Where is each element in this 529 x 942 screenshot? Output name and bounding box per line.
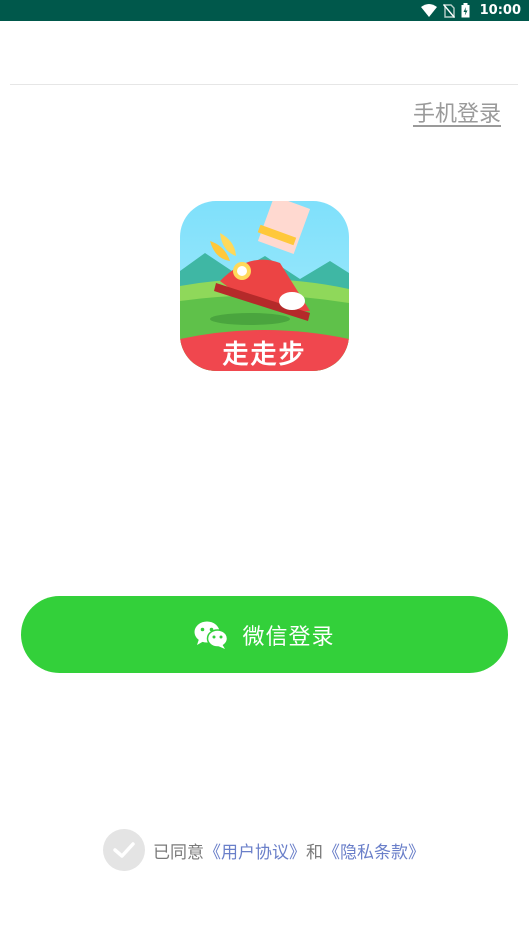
wechat-login-label: 微信登录 [242, 624, 335, 650]
check-icon [113, 842, 135, 858]
wifi-icon [420, 4, 437, 17]
no-sim-icon [442, 3, 455, 18]
header-divider [10, 84, 518, 85]
agreement-conjunction: 和 [306, 842, 323, 863]
status-time: 10:00 [479, 3, 521, 18]
agreement-checkbox[interactable] [103, 829, 145, 871]
agreement-prefix: 已同意 [153, 842, 204, 863]
status-icons: 10:00 [420, 0, 521, 21]
wechat-icon [194, 621, 229, 649]
agreement-row: 已同意 《用户协议》 和 《隐私条款》 [103, 829, 425, 871]
status-bar: 10:00 [0, 0, 529, 21]
user-agreement-link[interactable]: 《用户协议》 [204, 838, 306, 863]
privacy-policy-link[interactable]: 《隐私条款》 [323, 838, 425, 863]
app-logo: 走走步 [180, 201, 349, 371]
battery-charging-icon [461, 3, 470, 18]
logo-text: 走走步 [222, 339, 306, 370]
wechat-login-button[interactable]: 微信登录 [21, 596, 508, 673]
login-screen: 10:00 手机登录 走走步 微信登录 已同意 《用户协议》 和 《隐私条款》 [0, 0, 529, 942]
phone-login-link[interactable]: 手机登录 [413, 100, 501, 130]
